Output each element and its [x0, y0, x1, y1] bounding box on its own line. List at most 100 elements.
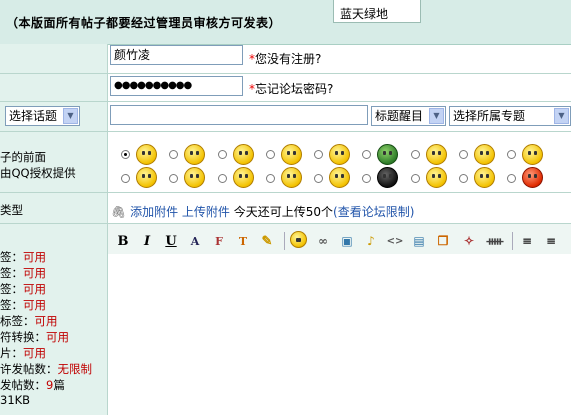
- grimace-icon[interactable]: [281, 167, 302, 188]
- align-left-icon[interactable]: ≡: [518, 232, 536, 250]
- wink-icon[interactable]: [522, 144, 543, 165]
- mood-radio[interactable]: [362, 174, 371, 183]
- text-color-icon[interactable]: T: [234, 232, 252, 250]
- mood-radio[interactable]: [411, 150, 420, 159]
- post-title-input[interactable]: [110, 105, 368, 125]
- mood-radio[interactable]: [507, 174, 516, 183]
- row-label-cell: [0, 74, 108, 101]
- hammer-icon[interactable]: [474, 167, 495, 188]
- mood-radio[interactable]: [218, 150, 227, 159]
- image-icon[interactable]: ▣: [338, 232, 356, 250]
- emoticon-icon[interactable]: [290, 231, 307, 248]
- upload-quota-text: 今天还可上传50个: [233, 205, 334, 219]
- permission-item: 标签：可用: [0, 314, 58, 328]
- popup-option[interactable]: 蓝天绿地: [340, 5, 388, 22]
- tongue-icon[interactable]: [329, 144, 350, 165]
- special-topic-value: 选择所属专题: [453, 109, 526, 123]
- flash-icon[interactable]: ✧: [460, 232, 478, 250]
- strikethrough-icon[interactable]: ᚔ: [486, 232, 504, 250]
- permission-item: 片：可用: [0, 346, 46, 360]
- topic-select-value: 选择话题: [9, 109, 58, 123]
- topic-row: 选择话题 ▼ 标题醒目 ▼ 选择所属专题 ▼: [0, 102, 571, 132]
- row-label-cell: [0, 44, 108, 73]
- mood-radio[interactable]: [169, 150, 178, 159]
- mood-radio[interactable]: [459, 150, 468, 159]
- bold-button[interactable]: B: [114, 232, 132, 250]
- add-attachment-link[interactable]: 添加附件: [130, 205, 178, 219]
- permission-item: 签：可用: [0, 266, 46, 280]
- topic-select[interactable]: 选择话题 ▼: [5, 106, 80, 126]
- mood-radio[interactable]: [121, 150, 130, 159]
- permission-item: 签：可用: [0, 250, 46, 264]
- post-content-editor[interactable]: [108, 254, 571, 415]
- mood-radio[interactable]: [266, 174, 275, 183]
- attachment-bar: 🖇 添加附件 上传附件 今天还可上传50个(查看论坛限制): [111, 203, 414, 220]
- toolbar-divider: [284, 232, 285, 250]
- link-icon[interactable]: ∞: [314, 232, 332, 250]
- worried-icon[interactable]: [136, 167, 157, 188]
- mood-radio[interactable]: [314, 174, 323, 183]
- dizzy-icon[interactable]: [426, 167, 447, 188]
- media-icon[interactable]: ▤: [410, 232, 428, 250]
- mood-radio[interactable]: [121, 174, 130, 183]
- chevron-down-icon: ▼: [554, 108, 569, 124]
- editor-toolbar: B I U A F T ✎ ∞ ▣ ♪ <> ▤ ❐ ✧ ᚔ ≡ ≡: [108, 224, 571, 255]
- dropdown-popup[interactable]: 蓝天绿地: [333, 0, 421, 23]
- view-limits-link[interactable]: (查看论坛限制): [333, 205, 414, 219]
- toolbar-divider: [512, 232, 513, 250]
- password-row: ●●●●●●●●●● *忘记论坛密码?: [0, 74, 571, 102]
- register-hint[interactable]: *您没有注册?: [249, 50, 321, 67]
- chevron-down-icon: ▼: [63, 108, 78, 124]
- mood-radio[interactable]: [507, 150, 516, 159]
- highlight-icon[interactable]: ✎: [258, 232, 276, 250]
- permission-item: 许发帖数：无限制: [0, 362, 92, 376]
- quote-icon[interactable]: ❐: [434, 232, 452, 250]
- register-link[interactable]: 您没有注册?: [255, 52, 321, 66]
- smile-icon[interactable]: [136, 144, 157, 165]
- special-topic-select[interactable]: 选择所属专题 ▼: [449, 106, 571, 126]
- permission-item: 签：可用: [0, 298, 46, 312]
- music-icon[interactable]: ♪: [362, 232, 380, 250]
- blush-icon[interactable]: [184, 144, 205, 165]
- happy-icon[interactable]: [233, 144, 254, 165]
- mood-radio[interactable]: [266, 150, 275, 159]
- notice-text: （本版面所有帖子都要经过管理员审核方可发表）: [6, 16, 282, 30]
- mood-label-line1: 子的前面: [0, 150, 46, 164]
- upload-attachment-link[interactable]: 上传附件: [182, 205, 230, 219]
- username-input[interactable]: 颜竹凌: [110, 45, 243, 65]
- sleepy-icon[interactable]: [474, 144, 495, 165]
- title-style-select[interactable]: 标题醒目 ▼: [371, 106, 446, 126]
- mood-radio[interactable]: [169, 174, 178, 183]
- permission-item: 签：可用: [0, 282, 46, 296]
- mood-radio[interactable]: [314, 150, 323, 159]
- title-style-value: 标题醒目: [375, 109, 424, 123]
- love-eyes-icon[interactable]: [281, 144, 302, 165]
- soldier-icon[interactable]: [377, 144, 398, 165]
- permission-item: 符转换：可用: [0, 330, 69, 344]
- forgot-password-link[interactable]: 忘记论坛密码?: [255, 82, 333, 96]
- forgot-password-hint[interactable]: *忘记论坛密码?: [249, 80, 333, 97]
- squint-icon[interactable]: [329, 167, 350, 188]
- mood-radio[interactable]: [362, 150, 371, 159]
- mood-label-line2: 由QQ授权提供: [0, 166, 76, 180]
- shocked-icon[interactable]: [377, 167, 398, 188]
- question-icon[interactable]: [426, 144, 447, 165]
- font-face-icon[interactable]: F: [210, 232, 228, 250]
- mood-radio[interactable]: [459, 174, 468, 183]
- sweat-icon[interactable]: [184, 167, 205, 188]
- font-size-icon[interactable]: A: [186, 232, 204, 250]
- permission-item: 31KB: [0, 393, 31, 407]
- italic-button[interactable]: I: [138, 232, 156, 250]
- code-icon[interactable]: <>: [386, 232, 404, 250]
- mood-radio[interactable]: [411, 174, 420, 183]
- angry-icon[interactable]: [522, 167, 543, 188]
- cry-icon[interactable]: [233, 167, 254, 188]
- username-row: 颜竹凌 *您没有注册?: [0, 44, 571, 74]
- mood-radio[interactable]: [218, 174, 227, 183]
- mood-row: 子的前面 由QQ授权提供: [0, 132, 571, 193]
- password-input[interactable]: ●●●●●●●●●●: [110, 76, 243, 96]
- attachment-left-label: 类型: [0, 203, 23, 217]
- align-center-icon[interactable]: ≡: [542, 232, 560, 250]
- underline-button[interactable]: U: [162, 232, 180, 250]
- chevron-down-icon: ▼: [429, 108, 444, 124]
